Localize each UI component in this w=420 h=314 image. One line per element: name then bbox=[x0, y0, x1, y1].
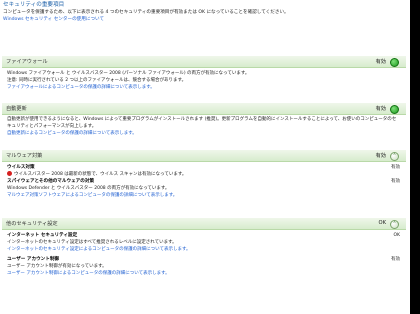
firewall-help-link[interactable]: ファイアウォールによるコンピュータの保護の詳細について表示します。 bbox=[7, 84, 400, 91]
internet-security-title: インターネット セキュリティ設定 bbox=[7, 233, 78, 238]
other-settings-status: OK bbox=[378, 220, 387, 226]
firewall-title: ファイアウォール bbox=[6, 59, 48, 65]
internet-security-row: インターネット セキュリティ設定 OK インターネットのセキュリティ設定はすべて… bbox=[7, 232, 400, 253]
autoupdate-line-1: 自動更新が使用できるようになると、Windows によって重要プログラムがインス… bbox=[7, 117, 397, 129]
virus-line: ウイルスバスター 2008 は最新の状態で、ウイルス スキャンは有効になっていま… bbox=[14, 172, 187, 177]
uac-title: ユーザー アカウント制御 bbox=[7, 257, 60, 262]
internet-security-status: OK bbox=[393, 233, 401, 238]
scrollbar-gutter[interactable] bbox=[410, 0, 420, 314]
other-settings-header[interactable]: 他のセキュリティ設定 OK ⌃ bbox=[2, 218, 406, 230]
uac-help-link[interactable]: ユーザー アカウント制御によるコンピュータの保護の詳細について表示します。 bbox=[7, 270, 400, 277]
malware-title: マルウェア対策 bbox=[6, 153, 43, 159]
autoupdate-title: 自動更新 bbox=[6, 106, 27, 112]
spyware-line: Windows Defender と ウイルスバスター 2008 の両方が有効に… bbox=[7, 186, 170, 191]
spyware-status: 有効 bbox=[391, 179, 400, 184]
intro-title: セキュリティの重要項目 bbox=[3, 2, 65, 8]
other-settings-title: 他のセキュリティ設定 bbox=[6, 221, 58, 227]
uac-line: ユーザー アカウント制御が有効になっています。 bbox=[7, 264, 107, 269]
virus-status: 有効 bbox=[391, 165, 400, 170]
spyware-protection-row: スパイウェアとその他のマルウェアの対策 有効 Windows Defender … bbox=[7, 178, 400, 192]
intro: セキュリティの重要項目 コンピュータを保護するため、以下に表示される 4 つのセ… bbox=[0, 0, 410, 23]
red-warning-icon bbox=[7, 171, 12, 176]
virus-title: ウイルス対策 bbox=[7, 165, 35, 170]
firewall-status: 有効 bbox=[375, 59, 386, 65]
security-center-page: セキュリティの重要項目 コンピュータを保護するため、以下に表示される 4 つのセ… bbox=[0, 0, 410, 314]
intro-description: コンピュータを保護するため、以下に表示される 4 つのセキュリティの重要項目が有… bbox=[3, 10, 289, 15]
spyware-title: スパイウェアとその他のマルウェアの対策 bbox=[7, 179, 95, 184]
chevron-circle-icon[interactable]: ⌃ bbox=[390, 220, 399, 229]
green-check-circle-icon[interactable] bbox=[390, 105, 399, 114]
chevron-circle-icon[interactable]: ⌃ bbox=[390, 152, 399, 161]
firewall-line-1: Windows ファイアウォール と ウイルスバスター 2008 (パーソナル … bbox=[7, 71, 250, 76]
autoupdate-status: 有効 bbox=[375, 106, 386, 112]
firewall-header[interactable]: ファイアウォール 有効 bbox=[2, 56, 406, 68]
malware-status: 有効 bbox=[375, 153, 386, 159]
malware-section: マルウェア対策 有効 ⌃ ウイルス対策 有効 ウイルスバスター 2008 は最新… bbox=[2, 150, 406, 199]
security-center-help-link[interactable]: Windows セキュリティ センターの使用について bbox=[3, 16, 407, 23]
malware-help-link[interactable]: マルウェア対策ソフトウェアによるコンピュータの保護の詳細について表示します。 bbox=[7, 192, 400, 199]
autoupdate-header[interactable]: 自動更新 有効 bbox=[2, 103, 406, 115]
virus-protection-row: ウイルス対策 有効 ウイルスバスター 2008 は最新の状態で、ウイルス スキャ… bbox=[7, 164, 400, 178]
firewall-section: ファイアウォール 有効 Windows ファイアウォール と ウイルスバスター … bbox=[2, 56, 406, 91]
uac-row: ユーザー アカウント制御 有効 ユーザー アカウント制御が有効になっています。 … bbox=[7, 256, 400, 277]
internet-security-line: インターネットのセキュリティ設定はすべて推奨されるレベルに設定されています。 bbox=[7, 240, 177, 245]
autoupdate-help-link[interactable]: 自動更新によるコンピュータの保護の詳細について表示します。 bbox=[7, 130, 400, 137]
internet-security-help-link[interactable]: インターネットのセキュリティ設定によるコンピュータの保護の詳細について表示します… bbox=[7, 246, 400, 253]
uac-status: 有効 bbox=[391, 257, 400, 262]
other-settings-section: 他のセキュリティ設定 OK ⌃ インターネット セキュリティ設定 OK インター… bbox=[2, 218, 406, 277]
green-check-circle-icon[interactable] bbox=[390, 58, 399, 67]
malware-header[interactable]: マルウェア対策 有効 ⌃ bbox=[2, 150, 406, 162]
autoupdate-section: 自動更新 有効 自動更新が使用できるようになると、Windows によって重要プ… bbox=[2, 103, 406, 137]
firewall-line-2: 注意: 同時に実行されている 2 つ以上のファイアウォールは、競合する場合があり… bbox=[7, 78, 187, 83]
